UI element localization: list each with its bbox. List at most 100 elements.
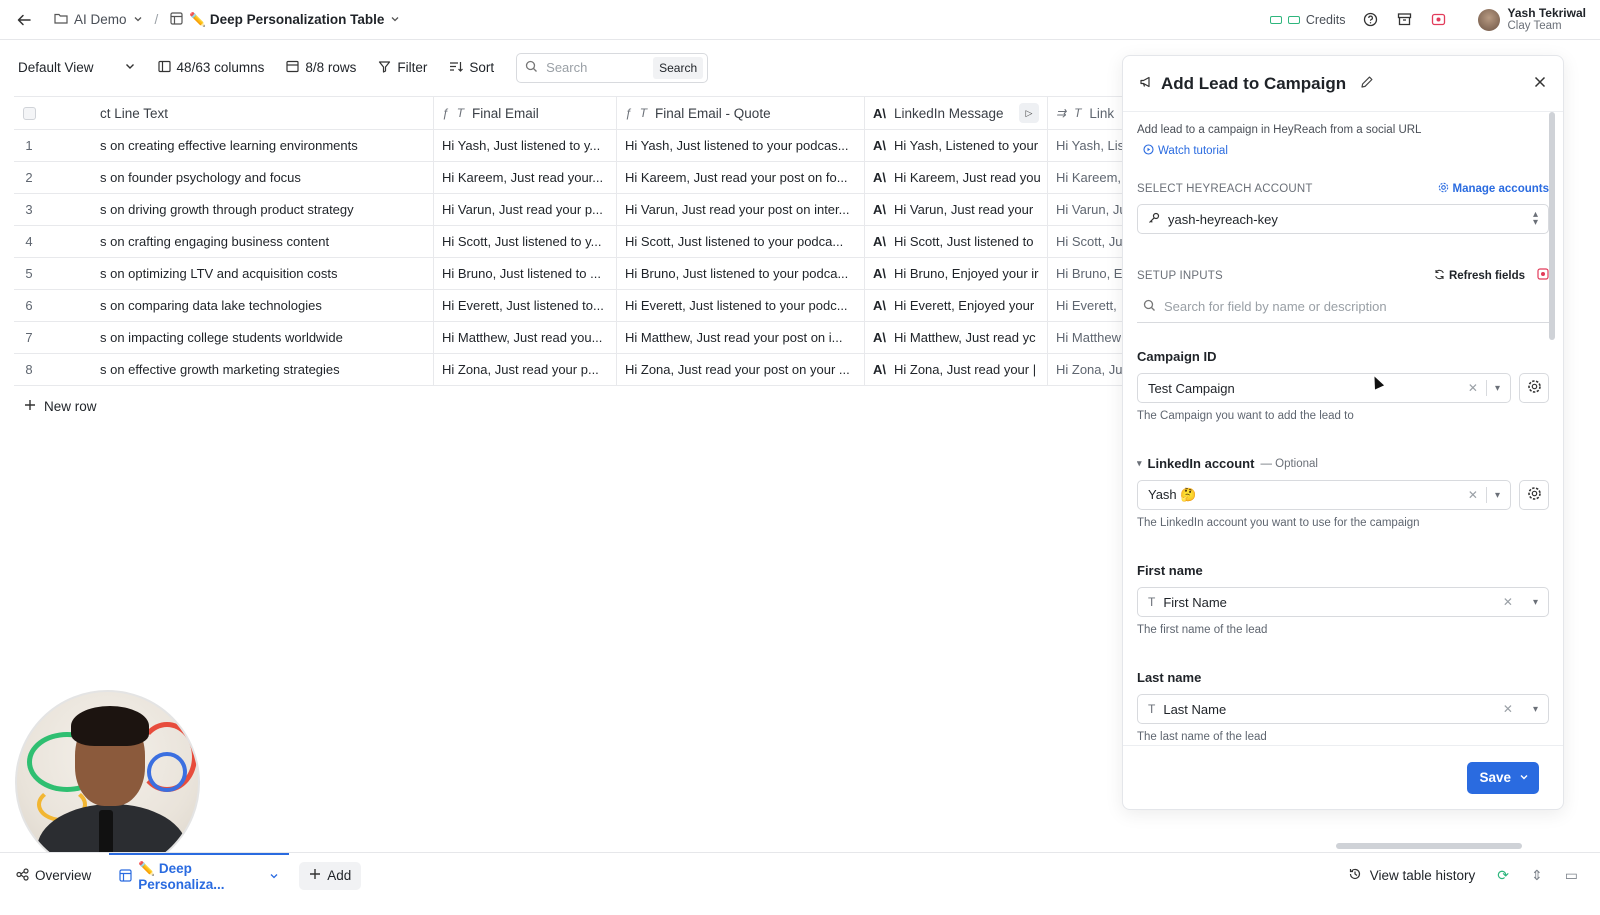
table-cell[interactable]: s on effective growth marketing strategi… (92, 354, 434, 385)
tab-overview[interactable]: Overview (6, 853, 101, 899)
table-cell[interactable]: s on founder psychology and focus (92, 162, 434, 193)
chevron-down-icon[interactable]: ▾ (1137, 458, 1142, 469)
table-row[interactable]: 4 s on crafting engaging business conten… (14, 226, 1144, 258)
table-cell[interactable]: Hi Zona, Just read your p... (434, 354, 617, 385)
table-cell[interactable]: Hi Bruno, Just listened to ... (434, 258, 617, 289)
table-row[interactable]: 8 s on effective growth marketing strate… (14, 354, 1144, 386)
table-cell[interactable]: A\ Hi Zona, Just read your | (865, 354, 1048, 385)
column-header-subject-line[interactable]: ct Line Text (92, 97, 434, 129)
table-row[interactable]: 5 s on optimizing LTV and acquisition co… (14, 258, 1144, 290)
chevron-down-icon[interactable]: ▾ (1533, 597, 1538, 608)
first-name-input[interactable]: T First Name ✕ ▾ (1137, 587, 1549, 617)
user-menu[interactable]: Yash Tekriwal Clay Team (1477, 6, 1586, 33)
table-row[interactable]: 6 s on comparing data lake technologies … (14, 290, 1144, 322)
clear-icon[interactable]: ✕ (1468, 488, 1478, 502)
table-cell[interactable]: Hi Kareem, Just read your post on fo... (617, 162, 865, 193)
columns-button[interactable]: 48/63 columns (157, 60, 264, 76)
sort-button[interactable]: Sort (449, 60, 494, 76)
table-cell[interactable]: A\ Hi Varun, Just read your (865, 194, 1048, 225)
select-all-cell[interactable] (14, 97, 44, 129)
table-cell[interactable]: Hi Scott, Just listened to your podca... (617, 226, 865, 257)
horizontal-scrollbar[interactable] (1336, 843, 1522, 849)
linkedin-account-settings-button[interactable] (1519, 480, 1549, 510)
table-row[interactable]: 7 s on impacting college students worldw… (14, 322, 1144, 354)
rows-button[interactable]: 8/8 rows (286, 60, 356, 76)
table-cell[interactable]: Hi Scott, Just listened to y... (434, 226, 617, 257)
clear-icon[interactable]: ✕ (1503, 595, 1513, 609)
search-input[interactable]: Search (546, 60, 653, 75)
collapse-icon[interactable]: ⇕ (1531, 867, 1543, 884)
table-cell[interactable]: Hi Yash, Just listened to y... (434, 130, 617, 161)
chevron-down-icon[interactable] (390, 12, 400, 27)
table-cell[interactable]: Hi Varun, Just read your p... (434, 194, 617, 225)
table-cell[interactable]: A\ Hi Kareem, Just read you (865, 162, 1048, 193)
heyreach-account-select[interactable]: yash-heyreach-key ▴ ▾ (1137, 204, 1549, 234)
table-cell[interactable]: A\ Hi Bruno, Enjoyed your ir (865, 258, 1048, 289)
table-cell[interactable]: s on comparing data lake technologies (92, 290, 434, 321)
watch-tutorial-link[interactable]: Watch tutorial (1143, 144, 1549, 158)
table-cell[interactable]: s on impacting college students worldwid… (92, 322, 434, 353)
table-cell[interactable]: A\ Hi Yash, Listened to your (865, 130, 1048, 161)
manage-accounts-link[interactable]: Manage accounts (1438, 182, 1549, 196)
table-cell[interactable]: s on creating effective learning environ… (92, 130, 434, 161)
breadcrumb-workspace[interactable]: AI Demo (74, 12, 127, 27)
refresh-fields-button[interactable]: Refresh fields (1434, 269, 1525, 283)
field-search-input[interactable]: Search for field by name or description (1164, 299, 1387, 314)
column-header-final-email-quote[interactable]: ƒ T Final Email - Quote (617, 97, 865, 129)
chevron-down-icon[interactable]: ▾ (1495, 490, 1500, 501)
chevron-down-icon[interactable] (1519, 770, 1529, 785)
new-row-button[interactable]: New row (14, 386, 1144, 426)
table-cell[interactable]: A\ Hi Everett, Enjoyed your (865, 290, 1048, 321)
campaign-id-settings-button[interactable] (1519, 373, 1549, 403)
table-cell[interactable]: Hi Yash, Just listened to your podcas... (617, 130, 865, 161)
clear-icon[interactable]: ✕ (1468, 381, 1478, 395)
select-all-checkbox[interactable] (22, 106, 36, 120)
record-icon[interactable] (1537, 268, 1549, 283)
chevron-down-icon[interactable] (269, 869, 279, 884)
table-cell[interactable]: Hi Matthew, Just read you... (434, 322, 617, 353)
breadcrumb-table[interactable]: ✏️ Deep Personalization Table (189, 12, 384, 28)
column-header-linkedin-message[interactable]: A\ LinkedIn Message ▷ (865, 97, 1048, 129)
last-name-input[interactable]: T Last Name ✕ ▾ (1137, 694, 1549, 724)
table-cell[interactable]: Hi Everett, Just listened to your podc..… (617, 290, 865, 321)
clear-icon[interactable]: ✕ (1503, 702, 1513, 716)
tab-deep-personalization[interactable]: ✏️ Deep Personaliza... (109, 852, 290, 899)
table-cell[interactable]: Hi Matthew, Just read your post on i... (617, 322, 865, 353)
column-header-final-email[interactable]: ƒ T Final Email (434, 97, 617, 129)
table-cell[interactable]: Hi Everett, Just listened to... (434, 290, 617, 321)
table-cell[interactable]: Hi Varun, Just read your post on inter..… (617, 194, 865, 225)
filter-button[interactable]: Filter (378, 60, 427, 76)
campaign-id-select[interactable]: Test Campaign ✕ ▾ (1137, 373, 1511, 403)
credits-button[interactable]: Credits (1269, 13, 1346, 27)
table-row[interactable]: 2 s on founder psychology and focus Hi K… (14, 162, 1144, 194)
view-selector[interactable]: Default View (18, 60, 136, 75)
table-cell[interactable]: s on driving growth through product stra… (92, 194, 434, 225)
archive-icon[interactable] (1396, 11, 1414, 29)
panel-vertical-scrollbar[interactable] (1549, 112, 1555, 340)
table-cell[interactable]: s on crafting engaging business content (92, 226, 434, 257)
run-column-icon[interactable]: ▷ (1019, 103, 1039, 123)
table-cell[interactable]: s on optimizing LTV and acquisition cost… (92, 258, 434, 289)
help-icon[interactable] (1362, 11, 1380, 29)
table-cell[interactable]: A\ Hi Scott, Just listened to (865, 226, 1048, 257)
record-icon[interactable] (1430, 11, 1448, 29)
chevron-down-icon[interactable] (133, 12, 143, 27)
save-button[interactable]: Save (1467, 761, 1539, 794)
chevron-down-icon[interactable]: ▾ (1495, 383, 1500, 394)
table-cell[interactable]: Hi Kareem, Just read your... (434, 162, 617, 193)
close-icon[interactable] (1533, 73, 1547, 94)
linkedin-account-label[interactable]: ▾ LinkedIn account — Optional (1137, 456, 1549, 471)
table-cell[interactable]: Hi Bruno, Just listened to your podca... (617, 258, 865, 289)
chevron-down-icon[interactable]: ▾ (1533, 704, 1538, 715)
refresh-icon[interactable]: ⟳ (1497, 867, 1509, 884)
field-search[interactable]: Search for field by name or description (1137, 291, 1549, 323)
table-cell[interactable]: Hi Zona, Just read your post on your ... (617, 354, 865, 385)
table-cell[interactable]: A\ Hi Matthew, Just read yc (865, 322, 1048, 353)
table-row[interactable]: 1 s on creating effective learning envir… (14, 130, 1144, 162)
back-arrow-icon[interactable] (14, 10, 34, 30)
linkedin-account-select[interactable]: Yash 🤔 ✕ ▾ (1137, 480, 1511, 510)
pencil-icon[interactable] (1360, 75, 1374, 92)
view-table-history-button[interactable]: View table history (1348, 867, 1475, 884)
archive-icon[interactable]: ▭ (1565, 867, 1578, 884)
search-button[interactable]: Search (653, 56, 704, 79)
